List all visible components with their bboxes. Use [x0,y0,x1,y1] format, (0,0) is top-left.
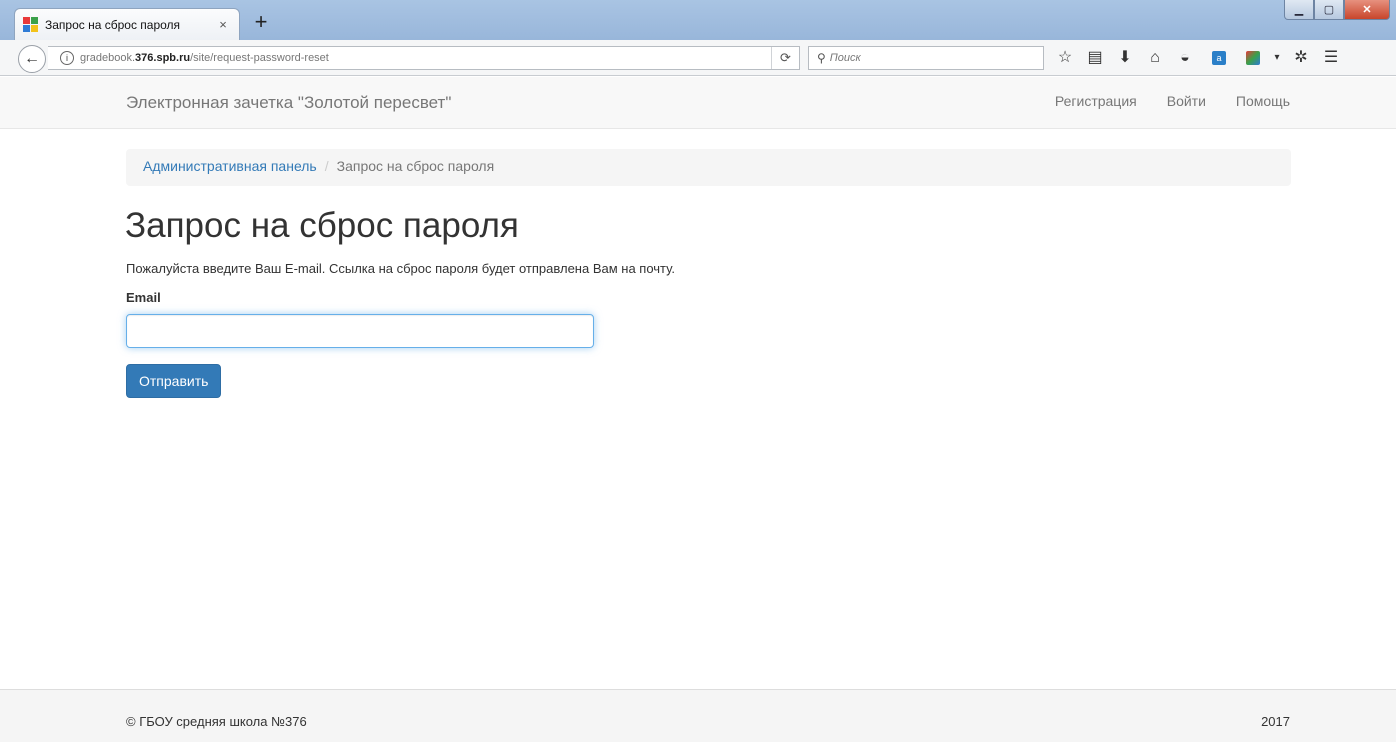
browser-toolbar: ← i gradebook.376.spb.ru /site/request-p… [0,40,1396,76]
breadcrumb-current: Запрос на сброс пароля [336,158,495,174]
breadcrumb-separator: / [324,158,329,174]
instructions-text: Пожалуйста введите Ваш E-mail. Ссылка на… [126,261,675,276]
home-icon[interactable]: ⌂ [1142,46,1168,70]
site-navbar: Электронная зачетка "Золотой пересвет" Р… [0,77,1396,129]
close-window-button[interactable]: ✕ [1344,0,1390,20]
search-icon: ⚲ [817,51,826,65]
footer-copyright: © ГБОУ средняя школа №376 [126,714,307,729]
download-icon[interactable]: ⬇ [1112,46,1138,70]
email-label: Email [126,290,161,305]
url-bar[interactable]: i gradebook.376.spb.ru /site/request-pas… [48,46,800,70]
devtools-icon[interactable]: ✲ [1288,46,1314,70]
search-bar[interactable]: ⚲ Поиск [808,46,1044,70]
url-path: /site/request-password-reset [190,52,329,64]
submit-button[interactable]: Отправить [126,364,222,398]
browser-titlebar: Запрос на сброс пароля × + ▁ ▢ ✕ [0,0,1396,40]
nav-links: Регистрация Войти Помощь [1025,93,1290,109]
menu-icon[interactable]: ☰ [1318,46,1344,70]
site-footer: © ГБОУ средняя школа №376 2017 [0,689,1396,742]
site-favicon-icon [23,16,39,33]
tab-close-icon[interactable]: × [215,17,231,32]
window-controls: ▁ ▢ ✕ [1284,0,1390,20]
search-placeholder: Поиск [829,52,861,64]
bookmark-star-icon[interactable]: ☆ [1052,46,1078,70]
reload-icon[interactable]: ⟳ [771,47,799,69]
nav-login-link[interactable]: Войти [1167,93,1206,109]
tab-title: Запрос на сброс пароля [45,17,181,32]
pocket-icon[interactable]: ◒ [1172,46,1198,70]
page-title: Запрос на сброс пароля [125,206,519,245]
site-brand[interactable]: Электронная зачетка "Золотой пересвет" [126,93,451,113]
browser-tab[interactable]: Запрос на сброс пароля × [14,8,240,40]
flag-extension-icon[interactable] [1246,51,1260,65]
toolbar-icons: ☆ ▤ ⬇ ⌂ ◒ a ▾ ✲ ☰ [1052,46,1348,70]
maximize-button[interactable]: ▢ [1314,0,1344,20]
footer-year: 2017 [1261,714,1290,729]
new-tab-button[interactable]: + [248,10,274,36]
back-arrow-icon[interactable]: ← [18,45,46,73]
breadcrumb-home-link[interactable]: Административная панель [143,158,317,177]
info-icon[interactable]: i [60,51,74,65]
dropdown-icon[interactable]: ▾ [1270,46,1284,70]
url-host: gradebook.376.spb.ru [80,52,191,64]
minimize-button[interactable]: ▁ [1284,0,1314,20]
reading-list-icon[interactable]: ▤ [1082,46,1108,70]
nav-help-link[interactable]: Помощь [1236,93,1290,109]
email-input[interactable] [126,314,594,348]
extension-icon[interactable]: a [1212,51,1226,65]
nav-register-link[interactable]: Регистрация [1055,93,1137,109]
breadcrumb: Административная панель / Запрос на сбро… [126,149,1291,186]
